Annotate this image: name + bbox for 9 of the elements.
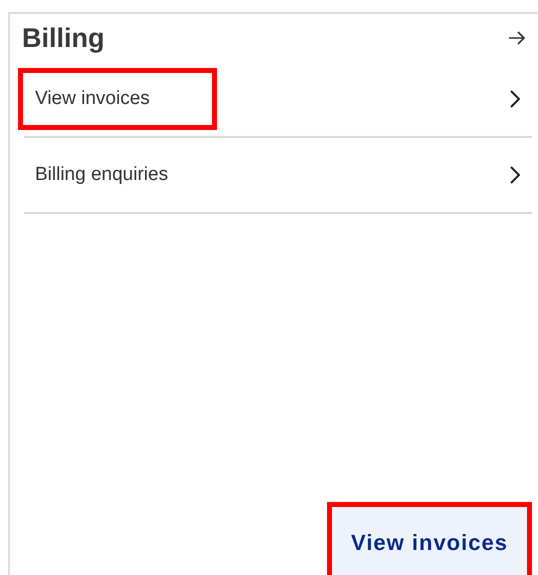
arrow-right-icon[interactable] bbox=[508, 30, 526, 46]
chevron-right-icon bbox=[510, 90, 520, 108]
chevron-right-icon bbox=[510, 166, 520, 184]
card-title: Billing bbox=[22, 22, 104, 54]
link-label: Billing enquiries bbox=[34, 163, 170, 187]
link-label: View invoices bbox=[18, 68, 217, 130]
billing-link[interactable]: View invoices bbox=[24, 62, 532, 138]
billing-link[interactable]: Billing enquiries bbox=[24, 138, 532, 214]
view-invoices-button[interactable]: View invoices bbox=[327, 502, 532, 575]
